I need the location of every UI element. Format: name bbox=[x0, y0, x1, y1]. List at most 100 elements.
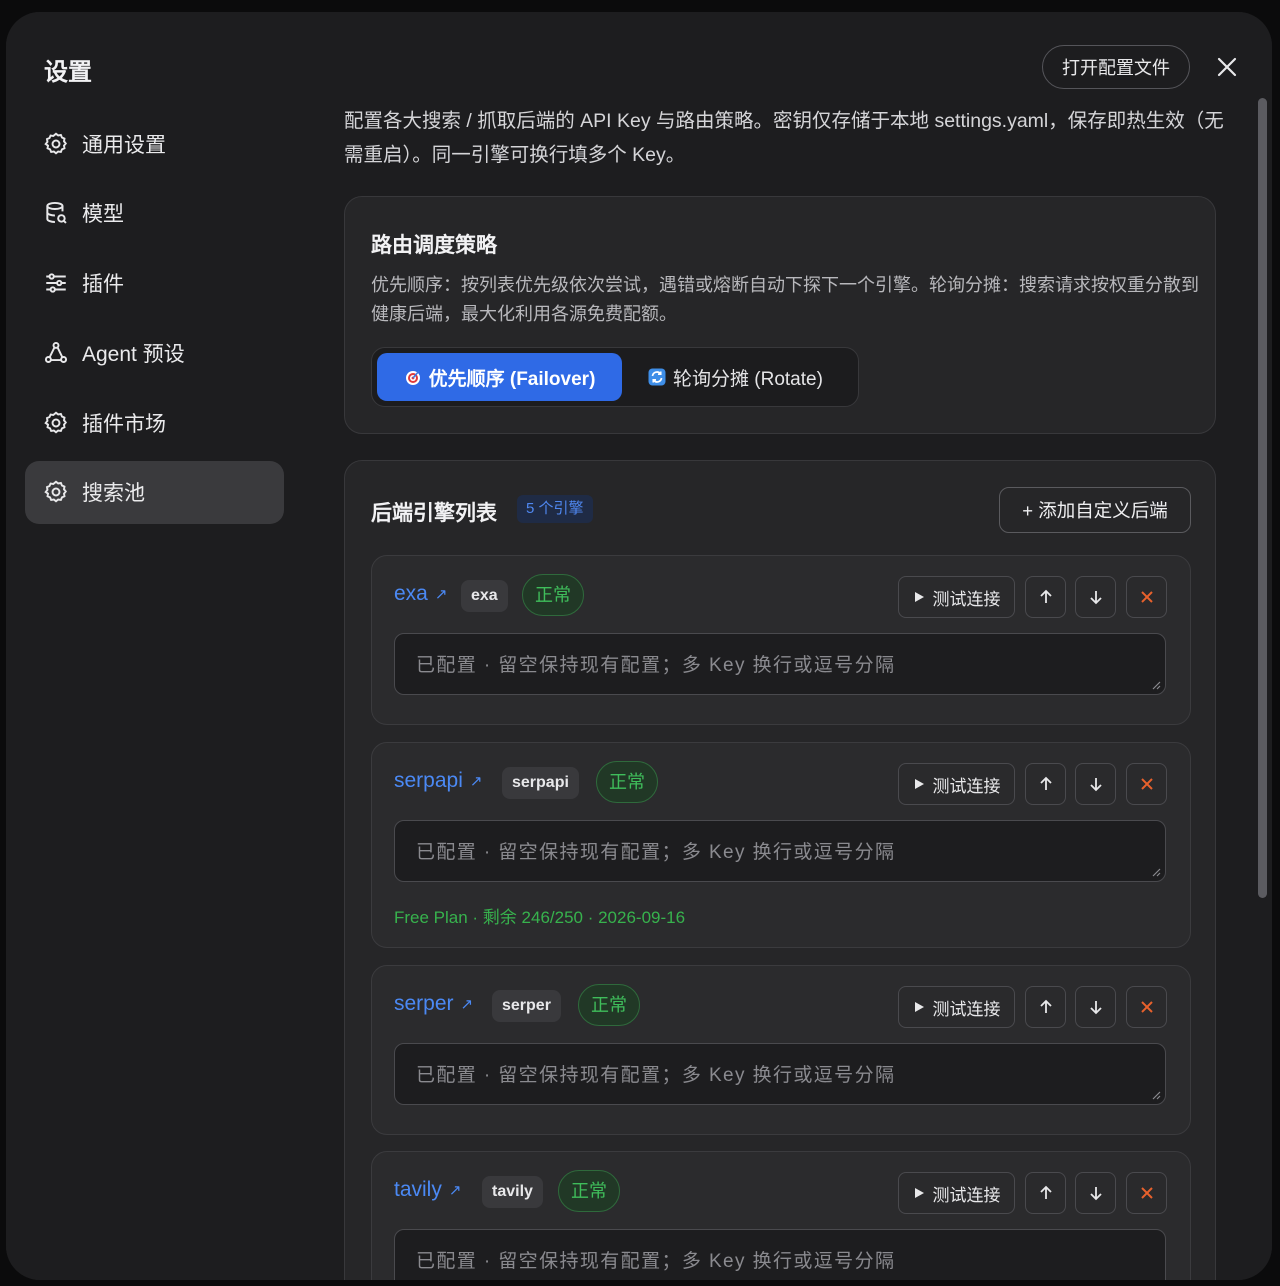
sidebar-nav: 通用设置 模型 插件 Agent 预设 插件市场 搜索池 bbox=[25, 112, 284, 531]
sidebar-item-plugins[interactable]: 插件 bbox=[25, 252, 284, 315]
move-up-button[interactable] bbox=[1025, 763, 1066, 805]
close-icon bbox=[1140, 778, 1153, 790]
page-description: 配置各大搜索 / 抓取后端的 API Key 与路由策略。密钥仅存储于本地 se… bbox=[344, 110, 1224, 166]
remove-engine-button[interactable] bbox=[1126, 1172, 1167, 1214]
sidebar-item-general[interactable]: 通用设置 bbox=[25, 112, 284, 175]
quota-info: Free Plan · 剩余 246/250 · 2026-09-16 bbox=[394, 908, 686, 927]
arrow-down-icon bbox=[1089, 591, 1102, 605]
scrollbar[interactable] bbox=[1258, 98, 1267, 898]
engine-name-link[interactable]: tavily ↗ bbox=[394, 1178, 461, 1202]
rotate-icon bbox=[648, 368, 666, 386]
move-up-button[interactable] bbox=[1025, 986, 1066, 1028]
add-custom-backend-button[interactable]: + 添加自定义后端 bbox=[999, 487, 1191, 533]
gear-icon bbox=[44, 411, 67, 434]
option-failover-label: 优先顺序 (Failover) bbox=[428, 368, 596, 390]
sidebar-item-models[interactable]: 模型 bbox=[25, 182, 284, 245]
play-icon bbox=[914, 592, 924, 602]
move-down-button[interactable] bbox=[1075, 763, 1116, 805]
api-key-placeholder: 已配置 · 留空保持现有配置；多 Key 换行或逗号分隔 bbox=[416, 655, 896, 676]
routing-mode-toggle: 优先顺序 (Failover) 轮询分摊 (Rotate) bbox=[371, 347, 859, 407]
test-connection-button[interactable]: 测试连接 bbox=[898, 986, 1015, 1028]
external-link-icon: ↗ bbox=[434, 586, 448, 603]
external-link-icon: ↗ bbox=[448, 1182, 462, 1199]
resize-handle-icon[interactable] bbox=[1151, 1090, 1161, 1100]
move-up-button[interactable] bbox=[1025, 1172, 1066, 1214]
arrow-up-icon bbox=[1039, 776, 1052, 790]
engine-tag: serpapi bbox=[502, 767, 579, 799]
play-icon bbox=[914, 1002, 924, 1012]
engine-tag: exa bbox=[461, 580, 508, 612]
arrow-up-icon bbox=[1039, 589, 1052, 603]
arrow-up-icon bbox=[1039, 999, 1052, 1013]
sidebar-item-label: 搜索池 bbox=[82, 482, 145, 506]
option-rotate-label: 轮询分摊 (Rotate) bbox=[673, 368, 823, 390]
remove-engine-button[interactable] bbox=[1126, 763, 1167, 805]
settings-main: 打开配置文件 配置各大搜索 / 抓取后端的 API Key 与路由策略。密钥仅存… bbox=[304, 12, 1272, 1280]
remove-engine-button[interactable] bbox=[1126, 576, 1167, 618]
gear-icon bbox=[44, 480, 67, 503]
play-icon bbox=[914, 779, 924, 789]
sidebar-item-label: 插件市场 bbox=[82, 412, 166, 436]
sidebar-item-label: 通用设置 bbox=[82, 133, 166, 157]
api-key-placeholder: 已配置 · 留空保持现有配置；多 Key 换行或逗号分隔 bbox=[416, 1065, 896, 1086]
engine-name-link[interactable]: serper ↗ bbox=[394, 992, 473, 1016]
engine-row: serper ↗ serper 正常 测试连接 已配置 · 留空保持现有配置；多 … bbox=[371, 965, 1191, 1135]
status-badge: 正常 bbox=[522, 574, 584, 616]
engine-row: serpapi ↗ serpapi 正常 测试连接 已配置 · 留空保持现有配置；… bbox=[371, 742, 1191, 948]
routing-card: 路由调度策略 优先顺序：按列表优先级依次尝试，遇错或熔断自动下探下一个引擎。轮询… bbox=[344, 196, 1216, 434]
arrow-up-icon bbox=[1039, 1185, 1052, 1199]
api-key-input[interactable]: 已配置 · 留空保持现有配置；多 Key 换行或逗号分隔 bbox=[394, 1043, 1166, 1105]
option-rotate[interactable]: 轮询分摊 (Rotate) bbox=[648, 353, 848, 401]
engine-count-badge: 5 个引擎 bbox=[517, 495, 593, 523]
open-config-button[interactable]: 打开配置文件 bbox=[1042, 45, 1190, 89]
close-icon bbox=[1140, 591, 1153, 603]
close-icon bbox=[1140, 1187, 1153, 1199]
external-link-icon: ↗ bbox=[469, 773, 483, 790]
api-key-input[interactable]: 已配置 · 留空保持现有配置；多 Key 换行或逗号分隔 bbox=[394, 633, 1166, 695]
sidebar-item-label: 模型 bbox=[82, 203, 124, 227]
move-down-button[interactable] bbox=[1075, 1172, 1116, 1214]
engine-tag: tavily bbox=[482, 1176, 543, 1208]
sidebar: 设置 通用设置 模型 插件 Agent 预设 插件市场 搜索池 bbox=[6, 12, 304, 1280]
close-icon[interactable] bbox=[1212, 52, 1242, 82]
resize-handle-icon[interactable] bbox=[1151, 867, 1161, 877]
move-down-button[interactable] bbox=[1075, 986, 1116, 1028]
sidebar-item-search-pool[interactable]: 搜索池 bbox=[25, 460, 284, 524]
status-badge: 正常 bbox=[596, 761, 658, 803]
arrow-down-icon bbox=[1089, 1001, 1102, 1015]
engines-card: 后端引擎列表 5 个引擎 + 添加自定义后端 exa ↗ exa 正常 测试连接 … bbox=[344, 460, 1216, 1280]
sidebar-item-plugin-market[interactable]: 插件市场 bbox=[25, 391, 284, 454]
option-failover[interactable]: 优先顺序 (Failover) bbox=[377, 353, 622, 401]
move-down-button[interactable] bbox=[1075, 576, 1116, 618]
engine-name-link[interactable]: serpapi ↗ bbox=[394, 769, 482, 793]
sidebar-title: 设置 bbox=[44, 59, 92, 86]
api-key-placeholder: 已配置 · 留空保持现有配置；多 Key 换行或逗号分隔 bbox=[416, 1251, 896, 1272]
database-icon bbox=[46, 202, 67, 224]
gear-icon bbox=[44, 131, 67, 154]
engine-name-link[interactable]: exa ↗ bbox=[394, 582, 447, 606]
sliders-icon bbox=[46, 273, 66, 293]
engine-row: tavily ↗ tavily 正常 测试连接 已配置 · 留空保持现有配置；多 … bbox=[371, 1151, 1191, 1280]
arrow-down-icon bbox=[1089, 1187, 1102, 1201]
remove-engine-button[interactable] bbox=[1126, 986, 1167, 1028]
api-key-placeholder: 已配置 · 留空保持现有配置；多 Key 换行或逗号分隔 bbox=[416, 842, 896, 863]
status-badge: 正常 bbox=[578, 984, 640, 1026]
engine-tag: serper bbox=[492, 990, 561, 1022]
move-up-button[interactable] bbox=[1025, 576, 1066, 618]
test-connection-button[interactable]: 测试连接 bbox=[898, 1172, 1015, 1214]
resize-handle-icon[interactable] bbox=[1151, 680, 1161, 690]
test-connection-button[interactable]: 测试连接 bbox=[898, 576, 1015, 618]
agent-icon bbox=[44, 341, 68, 363]
api-key-input[interactable]: 已配置 · 留空保持现有配置；多 Key 换行或逗号分隔 bbox=[394, 820, 1166, 882]
external-link-icon: ↗ bbox=[460, 996, 474, 1013]
routing-title: 路由调度策略 bbox=[371, 234, 497, 257]
settings-window: 设置 通用设置 模型 插件 Agent 预设 插件市场 搜索池 打开配置文件 配… bbox=[6, 12, 1272, 1280]
play-icon bbox=[914, 1188, 924, 1198]
routing-description: 优先顺序：按列表优先级依次尝试，遇错或熔断自动下探下一个引擎。轮询分摊：搜索请求… bbox=[371, 275, 1199, 324]
close-icon bbox=[1140, 1001, 1153, 1013]
arrow-down-icon bbox=[1089, 778, 1102, 792]
status-badge: 正常 bbox=[558, 1170, 620, 1212]
sidebar-item-agent-presets[interactable]: Agent 预设 bbox=[25, 321, 284, 384]
test-connection-button[interactable]: 测试连接 bbox=[898, 763, 1015, 805]
api-key-input[interactable]: 已配置 · 留空保持现有配置；多 Key 换行或逗号分隔 bbox=[394, 1229, 1166, 1280]
